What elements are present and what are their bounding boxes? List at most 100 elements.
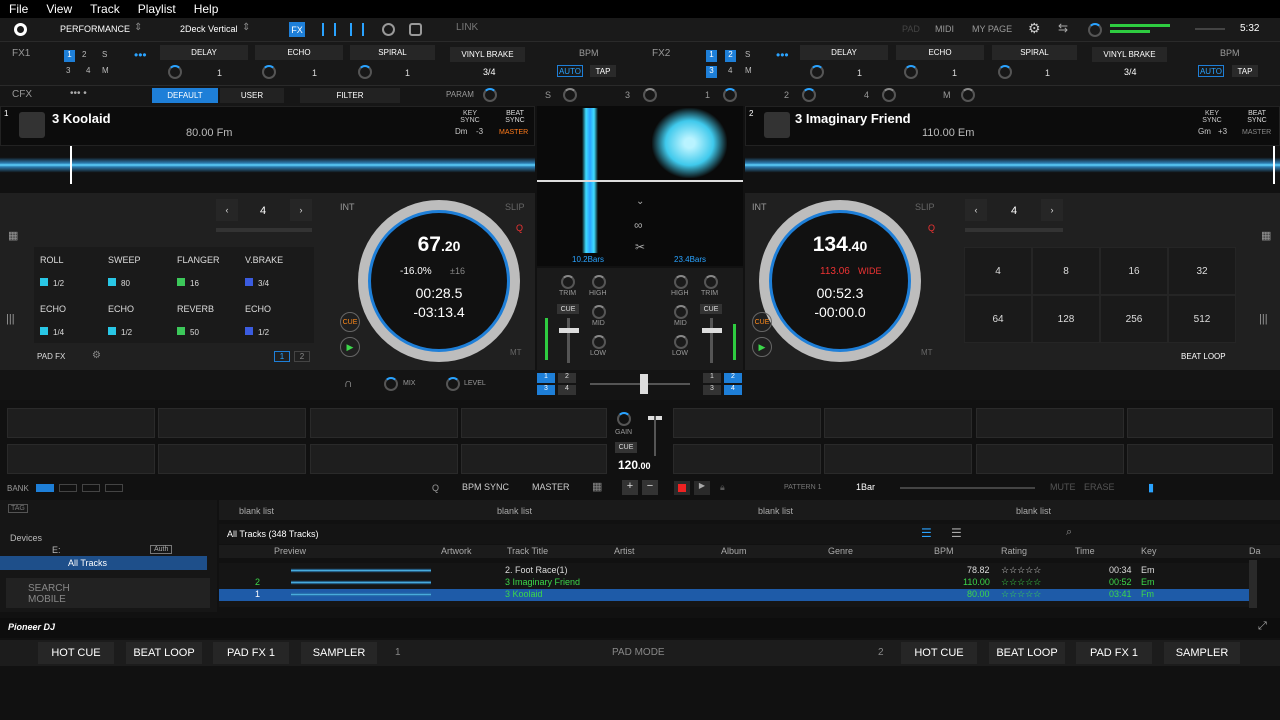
deck1-jog-wheel[interactable] xyxy=(358,200,520,362)
deck1-quantize[interactable]: Q xyxy=(516,223,523,233)
deck1-sampler-mode[interactable]: SAMPLER xyxy=(301,642,377,664)
scissors-icon[interactable]: ✂ xyxy=(635,240,645,254)
detail-view-icon[interactable]: ☰ xyxy=(951,526,962,540)
fx1-deck4-assign[interactable]: 4 xyxy=(86,66,90,75)
menu-track[interactable]: Track xyxy=(81,2,129,16)
ch1-mid-knob[interactable] xyxy=(592,305,606,319)
deck1-overview-waveform[interactable] xyxy=(0,146,535,184)
pad-button[interactable]: PAD xyxy=(902,24,920,34)
meter-icon[interactable]: ▮ xyxy=(1148,481,1154,494)
table-scrollbar[interactable] xyxy=(1249,560,1257,608)
mypage-button[interactable]: MY PAGE xyxy=(972,24,1012,34)
deck1-int[interactable]: INT xyxy=(340,202,355,212)
xf-assign-2[interactable]: 2 xyxy=(724,373,742,383)
fx1-slot3-select[interactable]: SPIRAL xyxy=(350,45,435,60)
fx2-deck2-assign[interactable]: 2 xyxy=(725,50,736,62)
list-view-icon[interactable]: ☰ xyxy=(921,526,932,540)
volume-slider[interactable] xyxy=(1195,28,1225,30)
beatloop-pad[interactable]: 128 xyxy=(1032,295,1100,343)
padfx-item[interactable]: ECHO 1/4 xyxy=(40,304,66,337)
ch2-low-knob[interactable] xyxy=(674,335,688,349)
fx1-slot4-select[interactable]: VINYL BRAKE xyxy=(450,47,525,62)
padfx-item[interactable]: V.BRAKE 3/4 xyxy=(245,255,283,288)
cfx-2-knob[interactable] xyxy=(802,88,816,102)
deck2-cue-button[interactable]: CUE xyxy=(752,312,772,332)
padfx-item[interactable]: ROLL 1/2 xyxy=(40,255,64,288)
layout-select[interactable]: 2Deck Vertical xyxy=(180,24,238,34)
menu-view[interactable]: View xyxy=(37,2,81,16)
sampler-slot[interactable] xyxy=(158,408,306,438)
sampler-slot[interactable] xyxy=(976,444,1124,474)
col-rating[interactable]: Rating xyxy=(1001,546,1027,556)
drive-label[interactable]: E: xyxy=(52,545,61,555)
rekordbox-logo-icon[interactable] xyxy=(14,23,27,36)
sampler-slot[interactable] xyxy=(461,444,607,474)
sampler-icon[interactable] xyxy=(409,23,422,36)
mixer-icon[interactable] xyxy=(322,23,336,36)
ch2-trim-knob[interactable] xyxy=(704,275,718,289)
deck1-play-button[interactable]: ▶ xyxy=(340,337,360,357)
menu-file[interactable]: File xyxy=(0,2,37,16)
deck1-loop-prev[interactable]: ‹ xyxy=(216,199,238,221)
fx2-slot1-select[interactable]: DELAY xyxy=(800,45,888,60)
search-icon[interactable]: ⌕ xyxy=(1066,526,1072,539)
cfx-1-knob[interactable] xyxy=(723,88,737,102)
cfx-s-knob[interactable] xyxy=(563,88,577,102)
cfx-param-knob[interactable] xyxy=(483,88,497,102)
pattern-select[interactable]: PATTERN 1 xyxy=(784,484,821,491)
col-title[interactable]: Track Title xyxy=(507,546,548,556)
sampler-slot[interactable] xyxy=(158,444,306,474)
deck1-hotcue-mode[interactable]: HOT CUE xyxy=(38,642,114,664)
ch2-mid-knob[interactable] xyxy=(674,305,688,319)
sampler-slot[interactable] xyxy=(673,408,821,438)
headphone-mix-knob[interactable] xyxy=(384,377,398,391)
deck2-keysync[interactable]: KEY SYNC xyxy=(1198,110,1226,124)
fx1-tap-button[interactable]: TAP xyxy=(590,65,616,77)
bank-2[interactable] xyxy=(59,484,77,492)
col-date[interactable]: Da xyxy=(1249,546,1261,556)
deck1-slip[interactable]: SLIP xyxy=(505,202,525,212)
sampler-q[interactable]: Q xyxy=(432,483,439,493)
beatloop-pad[interactable]: 8 xyxy=(1032,247,1100,295)
deck1-cue-button[interactable]: CUE xyxy=(340,312,360,332)
deck2-int[interactable]: INT xyxy=(752,202,767,212)
fx1-knob1[interactable] xyxy=(168,65,182,79)
sampler-slot[interactable] xyxy=(1127,408,1273,438)
bar-select[interactable]: 1Bar xyxy=(856,482,875,492)
link-button[interactable]: LINK xyxy=(456,22,478,33)
deck2-sampler-mode[interactable]: SAMPLER xyxy=(1164,642,1240,664)
table-row[interactable]: 2 3 Imaginary Friend 110.00 ☆☆☆☆☆ 00:52 … xyxy=(219,577,1249,589)
playlist-tab[interactable]: blank list xyxy=(497,506,532,516)
fx2-tap-button[interactable]: TAP xyxy=(1232,65,1258,77)
deck1-beatloop-mode[interactable]: BEAT LOOP xyxy=(126,642,202,664)
grid-icon[interactable]: ▦ xyxy=(8,229,18,242)
row-rating[interactable]: ☆☆☆☆☆ xyxy=(1001,577,1041,588)
ch2-cue-button[interactable]: CUE xyxy=(700,304,722,314)
col-album[interactable]: Album xyxy=(721,546,747,556)
xf-assign-4[interactable]: 4 xyxy=(724,385,742,395)
sampler-slot[interactable] xyxy=(7,408,155,438)
table-row[interactable]: 2. Foot Race(1) 78.82 ☆☆☆☆☆ 00:34 Em xyxy=(219,565,1249,577)
ch2-high-knob[interactable] xyxy=(674,275,688,289)
deck1-beatsync[interactable]: BEAT SYNC xyxy=(500,110,530,124)
deck2-hotcue-mode[interactable]: HOT CUE xyxy=(901,642,977,664)
fx2-knob1[interactable] xyxy=(810,65,824,79)
sampler-slot[interactable] xyxy=(1127,444,1273,474)
col-key[interactable]: Key xyxy=(1141,546,1157,556)
fx2-m-assign[interactable]: M xyxy=(745,66,752,75)
fx2-deck3-assign[interactable]: 3 xyxy=(706,66,717,78)
fx1-deck2-assign[interactable]: 2 xyxy=(82,50,86,59)
deck2-loop-prev[interactable]: ‹ xyxy=(965,199,987,221)
midi-button[interactable]: MIDI xyxy=(935,24,954,34)
lock-icon[interactable]: 🔒︎ xyxy=(720,482,725,493)
padfx-item[interactable]: SWEEP 80 xyxy=(108,255,141,288)
row-preview[interactable] xyxy=(291,565,431,576)
col-artwork[interactable]: Artwork xyxy=(441,546,472,556)
col-genre[interactable]: Genre xyxy=(828,546,853,556)
cfx-default-tab[interactable]: DEFAULT xyxy=(152,88,218,103)
fx1-s-assign[interactable]: S xyxy=(102,50,107,59)
deck2-slip[interactable]: SLIP xyxy=(915,202,935,212)
padfx-page1[interactable]: 1 xyxy=(274,351,290,362)
more-dots-icon[interactable]: ••• xyxy=(134,48,147,62)
playlist-tab[interactable]: blank list xyxy=(758,506,793,516)
